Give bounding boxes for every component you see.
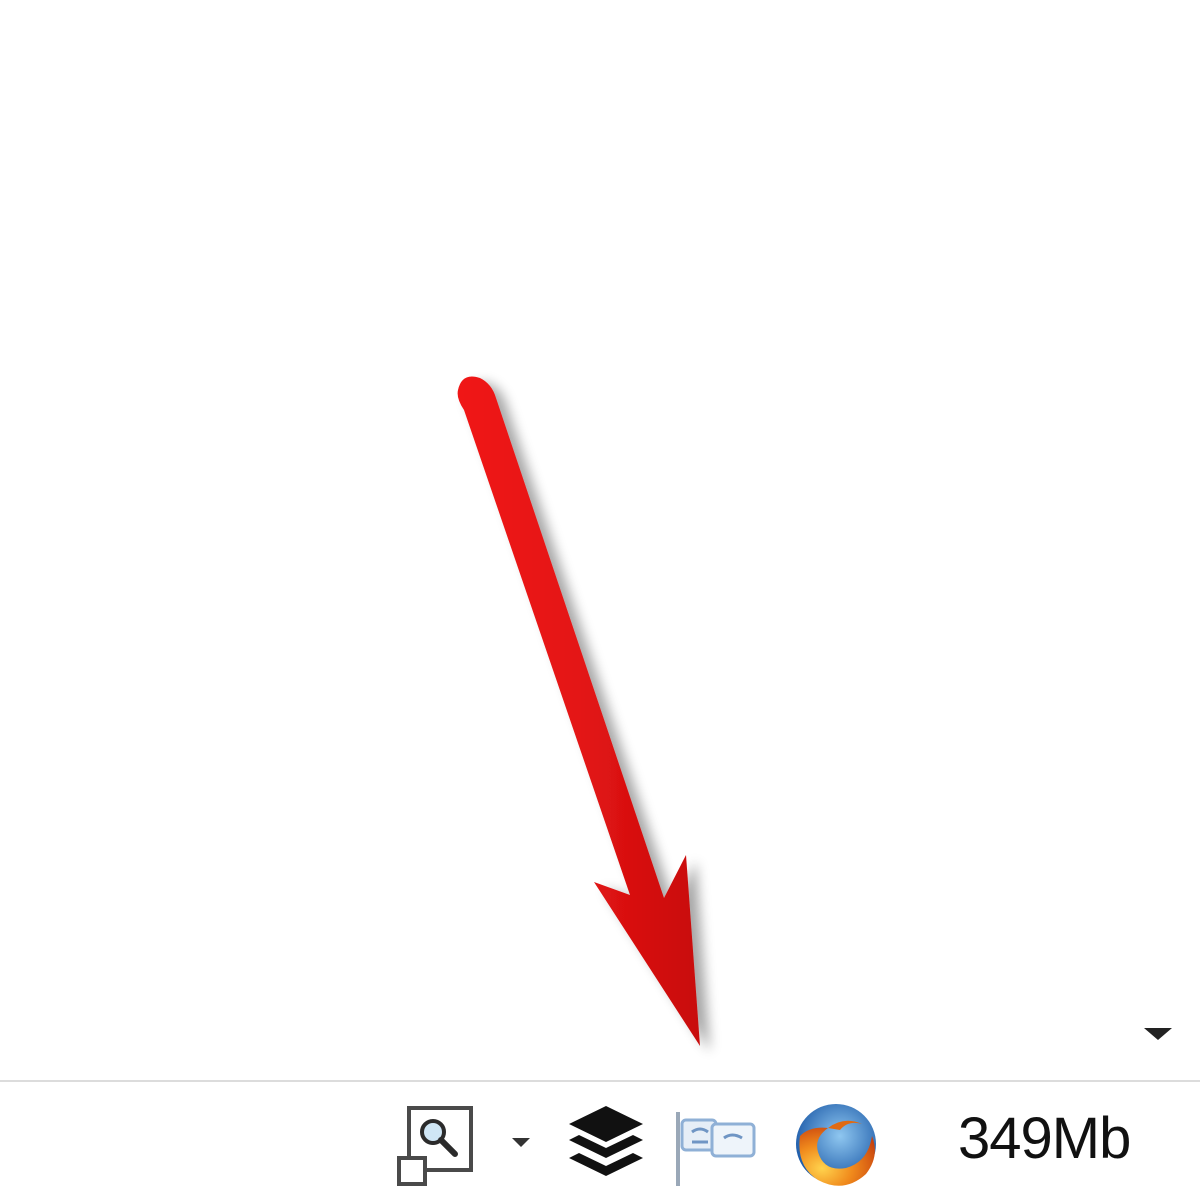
firefox-icon[interactable] xyxy=(788,1096,882,1190)
memory-usage-label: 349Mb xyxy=(958,1106,1131,1171)
annotation-arrow xyxy=(457,376,700,1046)
content-area xyxy=(0,0,1200,1080)
layers-icon[interactable] xyxy=(565,1100,647,1186)
zoom-icon[interactable] xyxy=(395,1104,477,1190)
screenshot-page: 349Mb xyxy=(0,0,1200,1200)
sync-icon[interactable] xyxy=(668,1102,760,1188)
chevron-down-icon[interactable] xyxy=(508,1132,534,1150)
status-bar: 349Mb xyxy=(0,1080,1200,1200)
overflow-chevron-icon[interactable] xyxy=(1140,1018,1176,1044)
